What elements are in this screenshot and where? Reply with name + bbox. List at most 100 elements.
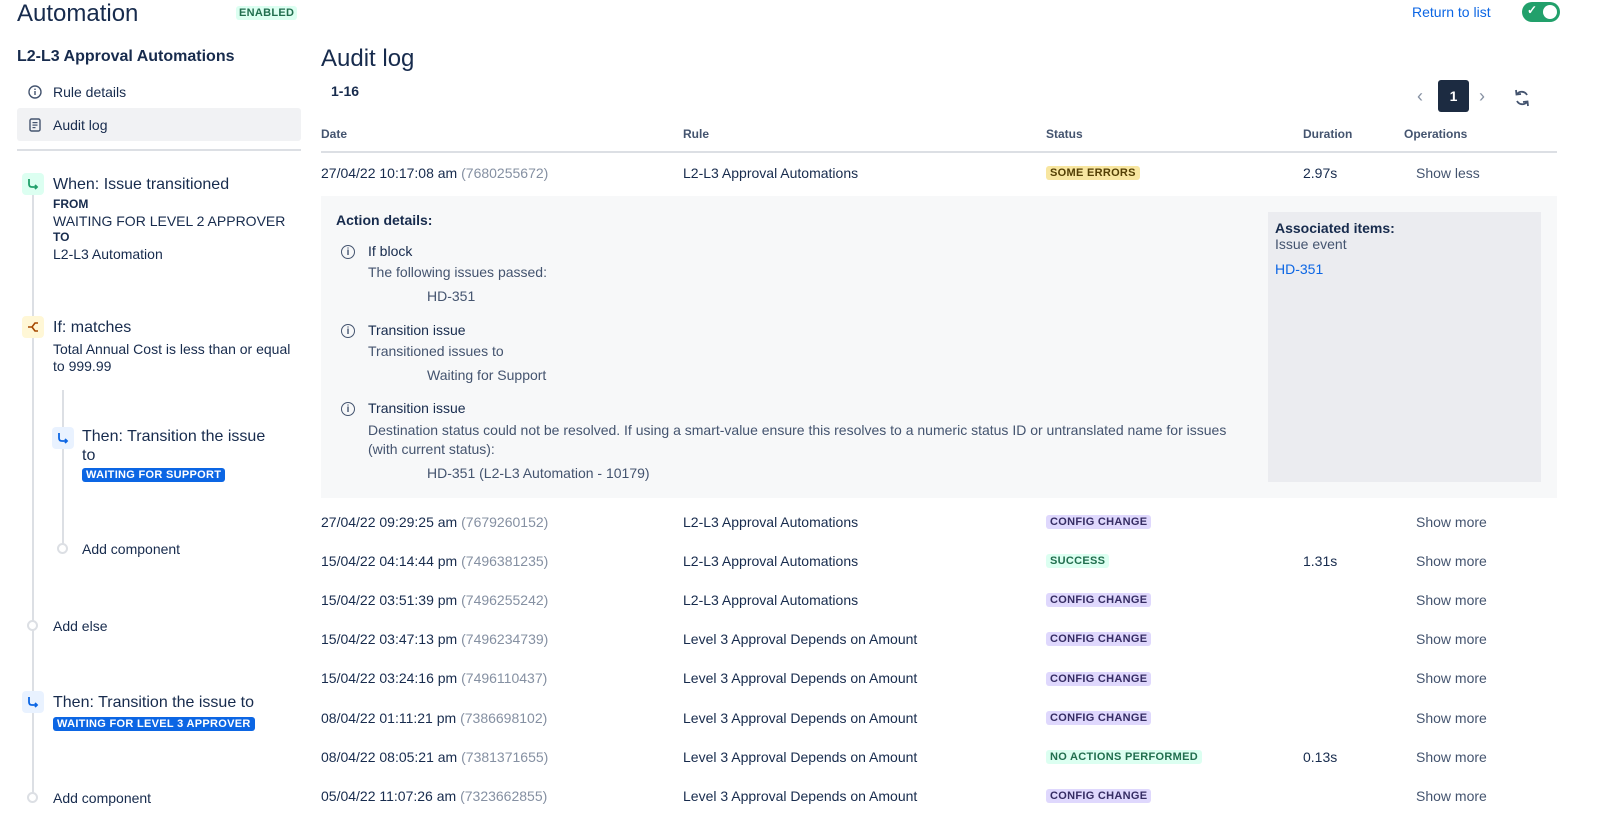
row-id: (7323662855)	[460, 788, 548, 804]
document-icon	[27, 117, 43, 133]
show-more-button[interactable]: Show more	[1416, 788, 1487, 804]
row-duration: 0.13s	[1303, 749, 1338, 765]
status-lozenge: CONFIG CHANGE	[1046, 593, 1152, 607]
associated-items-subtitle: Issue event	[1275, 236, 1347, 252]
sidebar-item-label: Audit log	[53, 116, 108, 133]
row-date: 15/04/22 04:14:44 pm (7496381235)	[321, 553, 549, 569]
page-title: Audit log	[321, 45, 415, 72]
show-less-button[interactable]: Show less	[1416, 165, 1480, 181]
pager-next-button[interactable]: ›	[1479, 86, 1485, 107]
condition-text: Total Annual Cost is less than or equal …	[53, 341, 291, 374]
add-component-dot	[27, 792, 38, 803]
add-component-link[interactable]: Add component	[53, 790, 151, 806]
add-else-dot	[27, 620, 38, 631]
associated-issue-link[interactable]: HD-351	[1275, 261, 1323, 277]
trigger-from-value: WAITING FOR LEVEL 2 APPROVER	[53, 213, 286, 229]
toggle-knob	[1543, 5, 1557, 19]
trigger-to-label: TO	[53, 230, 70, 244]
row-id: (7496234739)	[461, 631, 549, 647]
detail-item-text: Destination status could not be resolved…	[368, 422, 1227, 438]
action-details-heading: Action details:	[336, 212, 433, 228]
column-header-rule: Rule	[683, 127, 710, 141]
detail-item-text: The following issues passed:	[368, 264, 547, 280]
column-header-duration: Duration	[1303, 127, 1353, 141]
detail-item-title: If block	[368, 243, 413, 259]
row-rule: Level 3 Approval Depends on Amount	[683, 710, 918, 726]
show-more-button[interactable]: Show more	[1416, 670, 1487, 686]
pager-prev-button[interactable]: ‹	[1417, 86, 1423, 107]
trigger-title[interactable]: When: Issue transitioned	[53, 176, 229, 194]
row-date: 27/04/22 09:29:25 am (7679260152)	[321, 514, 549, 530]
row-rule: L2-L3 Approval Automations	[683, 514, 859, 530]
row-duration: 1.31s	[1303, 553, 1338, 569]
table-header-divider	[321, 151, 1557, 153]
sidebar-item-rule-details[interactable]: Rule details	[17, 75, 301, 108]
trigger-to-value: L2-L3 Automation	[53, 246, 163, 262]
row-id: (7679260152)	[461, 514, 549, 530]
column-header-operations: Operations	[1404, 127, 1468, 141]
row-id: (7496381235)	[461, 553, 549, 569]
status-lozenge: CONFIG CHANGE	[1046, 789, 1152, 803]
detail-item-text: Transitioned issues to	[368, 343, 504, 359]
row-date: 05/04/22 11:07:26 am (7323662855)	[321, 788, 548, 804]
trigger-icon	[22, 173, 44, 195]
trigger-from-label: FROM	[53, 197, 89, 211]
row-date: 27/04/22 10:17:08 am (7680255672)	[321, 165, 549, 181]
show-more-button[interactable]: Show more	[1416, 631, 1487, 647]
transition-icon	[22, 691, 44, 713]
result-range: 1-16	[331, 83, 360, 99]
refresh-icon[interactable]	[1512, 88, 1534, 110]
associated-items-box	[1268, 212, 1541, 482]
sidebar-divider	[17, 149, 301, 151]
return-to-list-link[interactable]: Return to list	[1412, 4, 1491, 20]
associated-items-title: Associated items:	[1275, 220, 1395, 236]
transition-icon	[52, 427, 74, 449]
row-id: (7680255672)	[461, 165, 549, 181]
row-id: (7496255242)	[461, 592, 549, 608]
status-lozenge: SUCCESS	[1046, 554, 1110, 568]
add-component-dot	[57, 543, 68, 554]
status-lozenge: CONFIG CHANGE	[1046, 515, 1152, 529]
rule-enabled-toggle[interactable]: ✓	[1522, 2, 1560, 22]
show-more-button[interactable]: Show more	[1416, 592, 1487, 608]
add-else-link[interactable]: Add else	[53, 618, 107, 634]
condition-title[interactable]: If: matches	[53, 319, 131, 337]
row-rule: Level 3 Approval Depends on Amount	[683, 788, 918, 804]
row-rule: Level 3 Approval Depends on Amount	[683, 631, 918, 647]
row-rule: L2-L3 Approval Automations	[683, 592, 859, 608]
row-id: (7386698102)	[460, 710, 548, 726]
status-lozenge: SOME ERRORS	[1046, 166, 1140, 180]
add-component-inner-link[interactable]: Add component	[82, 541, 180, 557]
info-icon: i	[341, 402, 355, 416]
status-lozenge: NO ACTIONS PERFORMED	[1046, 750, 1202, 764]
show-more-button[interactable]: Show more	[1416, 710, 1487, 726]
detail-item-value: HD-351 (L2-L3 Automation - 10179)	[427, 465, 650, 481]
sidebar-item-audit-log[interactable]: Audit log	[17, 108, 301, 141]
show-more-button[interactable]: Show more	[1416, 749, 1487, 765]
detail-item-title: Transition issue	[368, 400, 466, 416]
show-more-button[interactable]: Show more	[1416, 553, 1487, 569]
detail-item-value: Waiting for Support	[427, 367, 547, 383]
detail-item-text-cont: (with current status):	[368, 441, 495, 457]
status-lozenge: CONFIG CHANGE	[1046, 711, 1152, 725]
info-icon: i	[341, 245, 355, 259]
row-date: 15/04/22 03:47:13 pm (7496234739)	[321, 631, 549, 647]
condition-icon	[22, 316, 44, 338]
row-rule: L2-L3 Approval Automations	[683, 553, 859, 569]
nested-action-title[interactable]: Then: Transition the issue	[82, 428, 265, 446]
info-icon	[27, 84, 43, 100]
sidebar-item-label: Rule details	[53, 83, 127, 100]
row-rule: Level 3 Approval Depends on Amount	[683, 670, 918, 686]
status-badge: ENABLED	[236, 6, 298, 20]
action-status: WAITING FOR LEVEL 3 APPROVER	[53, 717, 255, 731]
rule-title: L2-L3 Approval Automations	[17, 48, 235, 65]
row-date: 15/04/22 03:51:39 pm (7496255242)	[321, 592, 549, 608]
status-lozenge: CONFIG CHANGE	[1046, 672, 1152, 686]
row-date: 08/04/22 01:11:21 pm (7386698102)	[321, 710, 548, 726]
row-rule: L2-L3 Approval Automations	[683, 165, 859, 181]
status-lozenge: CONFIG CHANGE	[1046, 632, 1152, 646]
pager-page-button[interactable]: 1	[1438, 80, 1469, 112]
row-rule: Level 3 Approval Depends on Amount	[683, 749, 918, 765]
show-more-button[interactable]: Show more	[1416, 514, 1487, 530]
action-title[interactable]: Then: Transition the issue to	[53, 694, 254, 712]
